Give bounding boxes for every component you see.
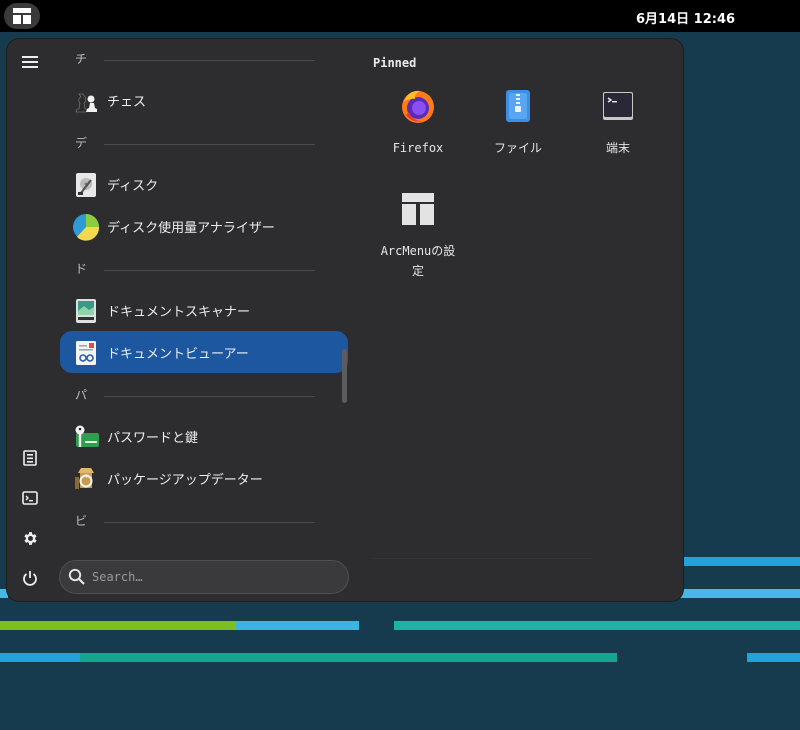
wallpaper-stripe [80,653,617,662]
section-header: パ [75,386,315,406]
app-label: ドキュメントビューアー [107,347,249,362]
key-icon [75,425,99,447]
firefox-icon [402,90,434,123]
app-label: パッケージアップデーター [107,473,263,488]
pinned-item-terminal[interactable]: 端末 [568,88,668,158]
chess-icon [75,93,97,113]
search-input[interactable] [92,567,332,587]
wallpaper-stripe [0,653,80,662]
pinned-item-firefox[interactable]: Firefox [368,88,468,158]
divider [104,270,315,271]
terminal-icon [603,92,633,120]
app-label: ディスク [107,179,159,194]
section-header: ビ [75,512,315,532]
list-item-document-scanner[interactable]: ドキュメントスキャナー [60,289,348,331]
divider [104,522,315,523]
files-icon [506,90,530,122]
pinned-item-arcmenu-settings[interactable]: ArcMenuの設定 [368,191,468,281]
settings-button[interactable] [15,523,45,553]
layout-icon [13,8,31,24]
section-letter: ド [75,262,88,276]
search-box[interactable] [59,560,349,594]
list-item-disks[interactable]: ディスク [60,163,348,205]
section-letter: パ [75,388,88,402]
pinned-label: Firefox [392,141,444,155]
list-item-package-updater[interactable]: パッケージアップデーター [60,457,348,499]
section-header: チ [75,50,315,70]
wallpaper-stripe [680,589,800,598]
scanner-icon [76,299,96,323]
divider [373,558,593,559]
power-icon [23,571,37,586]
app-label: パスワードと鍵 [107,431,199,446]
pinned-item-files[interactable]: ファイル [468,88,568,158]
wallpaper-stripe [747,653,800,662]
divider [104,144,315,145]
wallpaper-stripe [0,621,236,630]
hamburger-button[interactable] [15,47,45,77]
terminal-icon [22,491,38,505]
section-header: ド [75,260,315,280]
disk-icon [76,173,96,197]
list-item-passwords-and-keys[interactable]: パスワードと鍵 [60,415,348,457]
scrollbar-thumb[interactable] [342,349,347,403]
package-icon [75,468,94,489]
app-label: ディスク使用量アナライザー [107,221,275,236]
power-button[interactable] [15,563,45,593]
document-viewer-icon [76,341,96,365]
app-label: チェス [107,95,147,110]
section-letter: デ [75,136,88,150]
terminal-button[interactable] [15,483,45,513]
arcmenu-panel: チ チェス デ ディスク ディスク使用量アナライザー ド ドキュメントスキャナー… [7,39,683,601]
pie-chart-icon [73,214,100,241]
pinned-title: Pinned [373,56,417,70]
search-icon [68,568,85,585]
list-item-chess[interactable]: チェス [60,79,348,121]
document-icon [23,450,37,466]
clock[interactable]: 6月14日 12:46 [636,8,735,27]
app-label: ドキュメントスキャナー [107,305,251,320]
wallpaper-stripe [394,621,800,630]
gear-icon [23,531,37,545]
section-letter: チ [75,52,88,66]
arcmenu-button[interactable] [4,3,40,29]
section-header: デ [75,134,315,154]
section-letter: ビ [75,514,88,528]
list-item-document-viewer[interactable]: ドキュメントビューアー [60,331,348,373]
wallpaper-stripe [236,621,359,630]
documents-button[interactable] [15,443,45,473]
pinned-label: ArcMenuの設定 [380,244,456,278]
arcmenu-settings-icon [402,193,434,225]
list-item-disk-usage[interactable]: ディスク使用量アナライザー [60,205,348,247]
wallpaper-stripe [680,557,800,566]
divider [104,396,315,397]
divider [104,60,315,61]
hamburger-icon [22,56,38,68]
top-bar: 6月14日 12:46 [0,0,800,32]
pinned-label: 端末 [605,141,630,155]
pinned-label: ファイル [493,141,542,155]
